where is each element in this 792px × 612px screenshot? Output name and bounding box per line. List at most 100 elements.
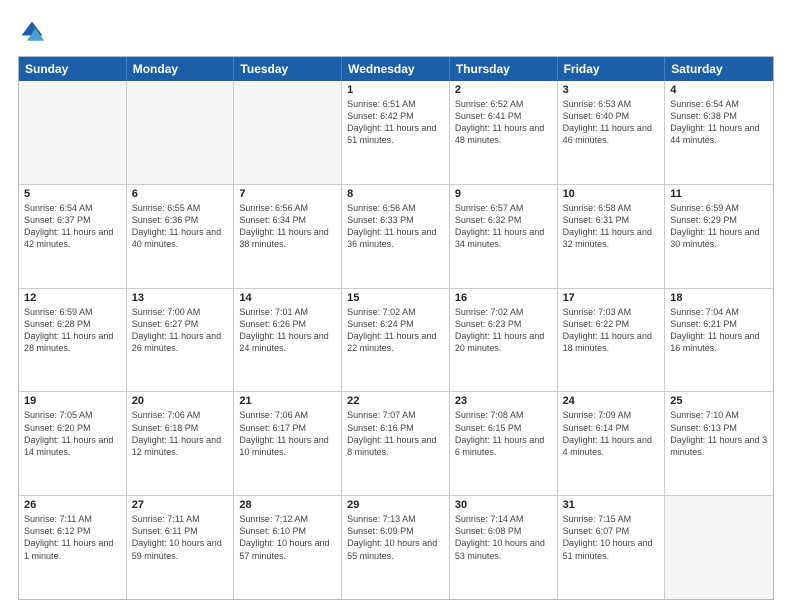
cell-date: 22 xyxy=(347,395,444,407)
page: SundayMondayTuesdayWednesdayThursdayFrid… xyxy=(0,0,792,612)
cell-date: 4 xyxy=(670,84,768,96)
calendar-row-1: 1 Sunrise: 6:51 AM Sunset: 6:42 PM Daylig… xyxy=(19,81,773,184)
cell-info: Sunrise: 7:05 AM Sunset: 6:20 PM Dayligh… xyxy=(24,409,121,458)
calendar-cell: 23 Sunrise: 7:08 AM Sunset: 6:15 PM Dayli… xyxy=(450,392,558,495)
cell-info: Sunrise: 7:06 AM Sunset: 6:17 PM Dayligh… xyxy=(239,409,336,458)
cell-info: Sunrise: 7:12 AM Sunset: 6:10 PM Dayligh… xyxy=(239,513,336,562)
cell-date: 25 xyxy=(670,395,768,407)
calendar-cell: 19 Sunrise: 7:05 AM Sunset: 6:20 PM Dayli… xyxy=(19,392,127,495)
cell-info: Sunrise: 7:03 AM Sunset: 6:22 PM Dayligh… xyxy=(563,306,660,355)
cell-date: 15 xyxy=(347,292,444,304)
cell-date: 13 xyxy=(132,292,229,304)
cell-date: 19 xyxy=(24,395,121,407)
cell-info: Sunrise: 6:59 AM Sunset: 6:29 PM Dayligh… xyxy=(670,202,768,251)
cell-info: Sunrise: 7:15 AM Sunset: 6:07 PM Dayligh… xyxy=(563,513,660,562)
cell-info: Sunrise: 7:06 AM Sunset: 6:18 PM Dayligh… xyxy=(132,409,229,458)
calendar-cell xyxy=(665,496,773,599)
cell-info: Sunrise: 7:08 AM Sunset: 6:15 PM Dayligh… xyxy=(455,409,552,458)
cell-date: 26 xyxy=(24,499,121,511)
cell-date: 7 xyxy=(239,188,336,200)
calendar-cell: 18 Sunrise: 7:04 AM Sunset: 6:21 PM Dayli… xyxy=(665,289,773,392)
cell-date: 6 xyxy=(132,188,229,200)
calendar-cell: 24Sunrise: 7:09 AM Sunset: 6:14 PM Dayli… xyxy=(558,392,666,495)
calendar-row-3: 12Sunrise: 6:59 AM Sunset: 6:28 PM Dayli… xyxy=(19,288,773,392)
header xyxy=(18,18,774,46)
calendar-cell: 21 Sunrise: 7:06 AM Sunset: 6:17 PM Dayli… xyxy=(234,392,342,495)
calendar-cell: 2 Sunrise: 6:52 AM Sunset: 6:41 PM Daylig… xyxy=(450,81,558,184)
cell-date: 16 xyxy=(455,292,552,304)
cell-info: Sunrise: 7:02 AM Sunset: 6:23 PM Dayligh… xyxy=(455,306,552,355)
cell-date: 5 xyxy=(24,188,121,200)
cell-date: 23 xyxy=(455,395,552,407)
cell-info: Sunrise: 7:11 AM Sunset: 6:12 PM Dayligh… xyxy=(24,513,121,562)
calendar-cell: 5 Sunrise: 6:54 AM Sunset: 6:37 PM Daylig… xyxy=(19,185,127,288)
day-header-tuesday: Tuesday xyxy=(234,57,342,81)
calendar-cell: 27 Sunrise: 7:11 AM Sunset: 6:11 PM Dayli… xyxy=(127,496,235,599)
calendar-cell: 28Sunrise: 7:12 AM Sunset: 6:10 PM Dayli… xyxy=(234,496,342,599)
calendar-cell: 7 Sunrise: 6:56 AM Sunset: 6:34 PM Daylig… xyxy=(234,185,342,288)
calendar-cell: 31Sunrise: 7:15 AM Sunset: 6:07 PM Dayli… xyxy=(558,496,666,599)
cell-date: 10 xyxy=(563,188,660,200)
cell-info: Sunrise: 7:07 AM Sunset: 6:16 PM Dayligh… xyxy=(347,409,444,458)
calendar-cell: 16 Sunrise: 7:02 AM Sunset: 6:23 PM Dayli… xyxy=(450,289,558,392)
calendar-cell: 1 Sunrise: 6:51 AM Sunset: 6:42 PM Daylig… xyxy=(342,81,450,184)
cell-date: 29 xyxy=(347,499,444,511)
calendar-cell xyxy=(127,81,235,184)
cell-date: 11 xyxy=(670,188,768,200)
cell-info: Sunrise: 7:01 AM Sunset: 6:26 PM Dayligh… xyxy=(239,306,336,355)
cell-info: Sunrise: 6:54 AM Sunset: 6:37 PM Dayligh… xyxy=(24,202,121,251)
calendar-cell: 29 Sunrise: 7:13 AM Sunset: 6:09 PM Dayli… xyxy=(342,496,450,599)
cell-date: 18 xyxy=(670,292,768,304)
cell-info: Sunrise: 6:53 AM Sunset: 6:40 PM Dayligh… xyxy=(563,98,660,147)
calendar-cell: 10 Sunrise: 6:58 AM Sunset: 6:31 PM Dayli… xyxy=(558,185,666,288)
cell-date: 9 xyxy=(455,188,552,200)
cell-info: Sunrise: 7:04 AM Sunset: 6:21 PM Dayligh… xyxy=(670,306,768,355)
day-header-thursday: Thursday xyxy=(450,57,558,81)
calendar-cell: 15 Sunrise: 7:02 AM Sunset: 6:24 PM Dayli… xyxy=(342,289,450,392)
cell-info: Sunrise: 7:13 AM Sunset: 6:09 PM Dayligh… xyxy=(347,513,444,562)
cell-info: Sunrise: 6:51 AM Sunset: 6:42 PM Dayligh… xyxy=(347,98,444,147)
day-header-monday: Monday xyxy=(127,57,235,81)
day-header-sunday: Sunday xyxy=(19,57,127,81)
cell-date: 1 xyxy=(347,84,444,96)
cell-date: 30 xyxy=(455,499,552,511)
cell-info: Sunrise: 6:58 AM Sunset: 6:31 PM Dayligh… xyxy=(563,202,660,251)
calendar-cell: 22 Sunrise: 7:07 AM Sunset: 6:16 PM Dayli… xyxy=(342,392,450,495)
calendar-cell: 9 Sunrise: 6:57 AM Sunset: 6:32 PM Daylig… xyxy=(450,185,558,288)
calendar-cell: 14 Sunrise: 7:01 AM Sunset: 6:26 PM Dayli… xyxy=(234,289,342,392)
cell-date: 2 xyxy=(455,84,552,96)
cell-date: 21 xyxy=(239,395,336,407)
calendar-cell: 25 Sunrise: 7:10 AM Sunset: 6:13 PM Dayli… xyxy=(665,392,773,495)
cell-info: Sunrise: 7:10 AM Sunset: 6:13 PM Dayligh… xyxy=(670,409,768,458)
logo xyxy=(18,18,50,46)
cell-info: Sunrise: 6:54 AM Sunset: 6:38 PM Dayligh… xyxy=(670,98,768,147)
calendar-cell: 11 Sunrise: 6:59 AM Sunset: 6:29 PM Dayli… xyxy=(665,185,773,288)
cell-info: Sunrise: 6:56 AM Sunset: 6:33 PM Dayligh… xyxy=(347,202,444,251)
calendar-cell xyxy=(19,81,127,184)
cell-date: 27 xyxy=(132,499,229,511)
cell-info: Sunrise: 7:14 AM Sunset: 6:08 PM Dayligh… xyxy=(455,513,552,562)
cell-date: 8 xyxy=(347,188,444,200)
calendar-cell: 17 Sunrise: 7:03 AM Sunset: 6:22 PM Dayli… xyxy=(558,289,666,392)
calendar-cell: 8 Sunrise: 6:56 AM Sunset: 6:33 PM Daylig… xyxy=(342,185,450,288)
cell-date: 14 xyxy=(239,292,336,304)
cell-info: Sunrise: 6:59 AM Sunset: 6:28 PM Dayligh… xyxy=(24,306,121,355)
calendar-row-4: 19 Sunrise: 7:05 AM Sunset: 6:20 PM Dayli… xyxy=(19,391,773,495)
cell-info: Sunrise: 6:52 AM Sunset: 6:41 PM Dayligh… xyxy=(455,98,552,147)
cell-info: Sunrise: 7:02 AM Sunset: 6:24 PM Dayligh… xyxy=(347,306,444,355)
day-header-friday: Friday xyxy=(558,57,666,81)
cell-date: 17 xyxy=(563,292,660,304)
cell-date: 24 xyxy=(563,395,660,407)
calendar-body: 1 Sunrise: 6:51 AM Sunset: 6:42 PM Daylig… xyxy=(19,81,773,599)
calendar-cell: 12Sunrise: 6:59 AM Sunset: 6:28 PM Dayli… xyxy=(19,289,127,392)
day-header-wednesday: Wednesday xyxy=(342,57,450,81)
cell-info: Sunrise: 7:11 AM Sunset: 6:11 PM Dayligh… xyxy=(132,513,229,562)
cell-info: Sunrise: 6:57 AM Sunset: 6:32 PM Dayligh… xyxy=(455,202,552,251)
calendar-cell: 4 Sunrise: 6:54 AM Sunset: 6:38 PM Daylig… xyxy=(665,81,773,184)
calendar: SundayMondayTuesdayWednesdayThursdayFrid… xyxy=(18,56,774,600)
cell-info: Sunrise: 7:00 AM Sunset: 6:27 PM Dayligh… xyxy=(132,306,229,355)
calendar-cell: 3Sunrise: 6:53 AM Sunset: 6:40 PM Daylig… xyxy=(558,81,666,184)
calendar-cell: 20Sunrise: 7:06 AM Sunset: 6:18 PM Dayli… xyxy=(127,392,235,495)
cell-info: Sunrise: 6:56 AM Sunset: 6:34 PM Dayligh… xyxy=(239,202,336,251)
calendar-cell: 26 Sunrise: 7:11 AM Sunset: 6:12 PM Dayli… xyxy=(19,496,127,599)
